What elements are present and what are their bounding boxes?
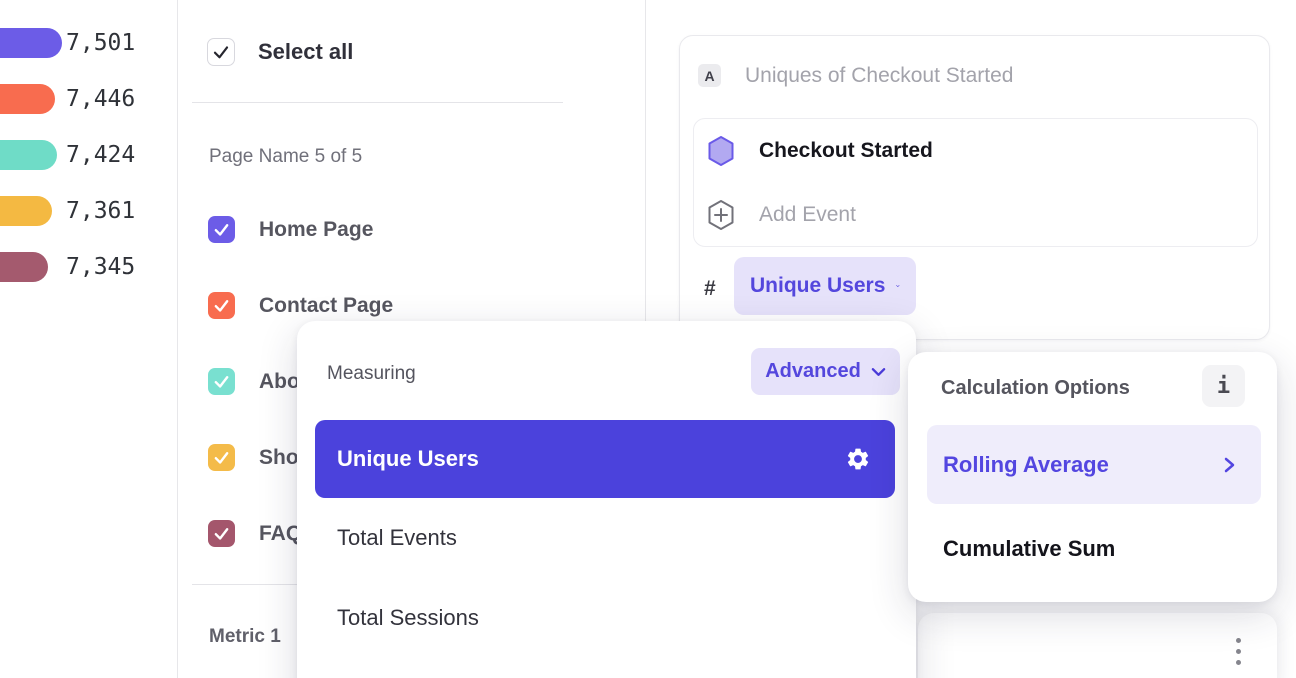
legend-bar [0, 28, 62, 58]
filter-checkbox-contact-page[interactable] [208, 292, 235, 319]
checkmark-icon [213, 373, 230, 390]
kebab-dot [1236, 660, 1241, 665]
kebab-dot [1236, 649, 1241, 654]
metric-dropdown-chip[interactable]: Unique Users [734, 257, 916, 315]
advanced-mode-label: Advanced [765, 360, 861, 383]
legend-value: 7,446 [66, 84, 135, 114]
filter-checkbox-faq-page[interactable] [208, 520, 235, 547]
event-name[interactable]: Checkout Started [759, 135, 933, 167]
filter-label: Home Page [259, 216, 373, 243]
checkmark-icon [213, 297, 230, 314]
chevron-down-icon [871, 367, 886, 377]
legend-bar [0, 252, 48, 282]
menu-option-total-sessions[interactable]: Total Sessions [315, 578, 895, 658]
event-list-card: Checkout Started Add Event [693, 118, 1258, 247]
measuring-menu-title: Measuring [327, 363, 416, 385]
add-event-button[interactable]: Add Event [759, 199, 856, 231]
chevron-down-icon [896, 281, 900, 291]
checkmark-icon [212, 43, 230, 61]
legend-bar [0, 140, 57, 170]
select-all-label: Select all [258, 38, 353, 66]
chevron-right-icon [1224, 457, 1235, 473]
add-event-icon [707, 199, 735, 231]
analytics-screen: 7,501 7,446 7,424 7,361 7,345 Select all… [0, 0, 1296, 678]
more-options-button[interactable] [1234, 638, 1243, 665]
calculation-options-menu: Calculation Options i Rolling Average Cu… [908, 352, 1277, 602]
legend-value: 7,345 [66, 252, 135, 282]
menu-option-unique-users[interactable]: Unique Users [315, 420, 895, 498]
filter-group-label: Page Name 5 of 5 [209, 146, 362, 168]
event-builder-card: A Uniques of Checkout Started Checkout S… [679, 35, 1270, 340]
metric-symbol: # [704, 278, 716, 300]
event-hexagon-icon [707, 135, 735, 167]
divider [192, 102, 563, 103]
legend-value: 7,501 [66, 28, 135, 58]
advanced-mode-dropdown[interactable]: Advanced [751, 348, 900, 395]
calculation-options-title: Calculation Options [941, 377, 1130, 400]
legend-value: 7,424 [66, 140, 135, 170]
legend-bar [0, 196, 52, 226]
legend-value: 7,361 [66, 196, 135, 226]
panel-divider [177, 0, 178, 678]
calc-option-rolling-average[interactable]: Rolling Average [927, 425, 1261, 504]
series-title-input[interactable]: Uniques of Checkout Started [745, 64, 1014, 87]
metric-chip-label: Unique Users [750, 274, 885, 298]
filter-checkbox-about-page[interactable] [208, 368, 235, 395]
checkmark-icon [213, 221, 230, 238]
menu-option-label: Unique Users [337, 446, 479, 472]
calc-option-label: Rolling Average [943, 452, 1109, 478]
select-all-checkbox[interactable] [207, 38, 235, 66]
filter-checkbox-home-page[interactable] [208, 216, 235, 243]
calc-option-cumulative-sum[interactable]: Cumulative Sum [943, 535, 1115, 563]
series-badge: A [698, 64, 721, 87]
gear-icon[interactable] [845, 446, 871, 472]
metric-section-label: Metric 1 [209, 626, 281, 648]
menu-option-total-events[interactable]: Total Events [315, 498, 895, 578]
checkmark-icon [213, 449, 230, 466]
legend-bar [0, 84, 55, 114]
next-section-card [918, 613, 1277, 678]
kebab-dot [1236, 638, 1241, 643]
filter-label: Contact Page [259, 292, 393, 319]
measuring-menu: Measuring Advanced Unique Users Total Ev… [297, 321, 916, 678]
checkmark-icon [213, 525, 230, 542]
info-button[interactable]: i [1202, 365, 1245, 407]
filter-checkbox-shop-page[interactable] [208, 444, 235, 471]
